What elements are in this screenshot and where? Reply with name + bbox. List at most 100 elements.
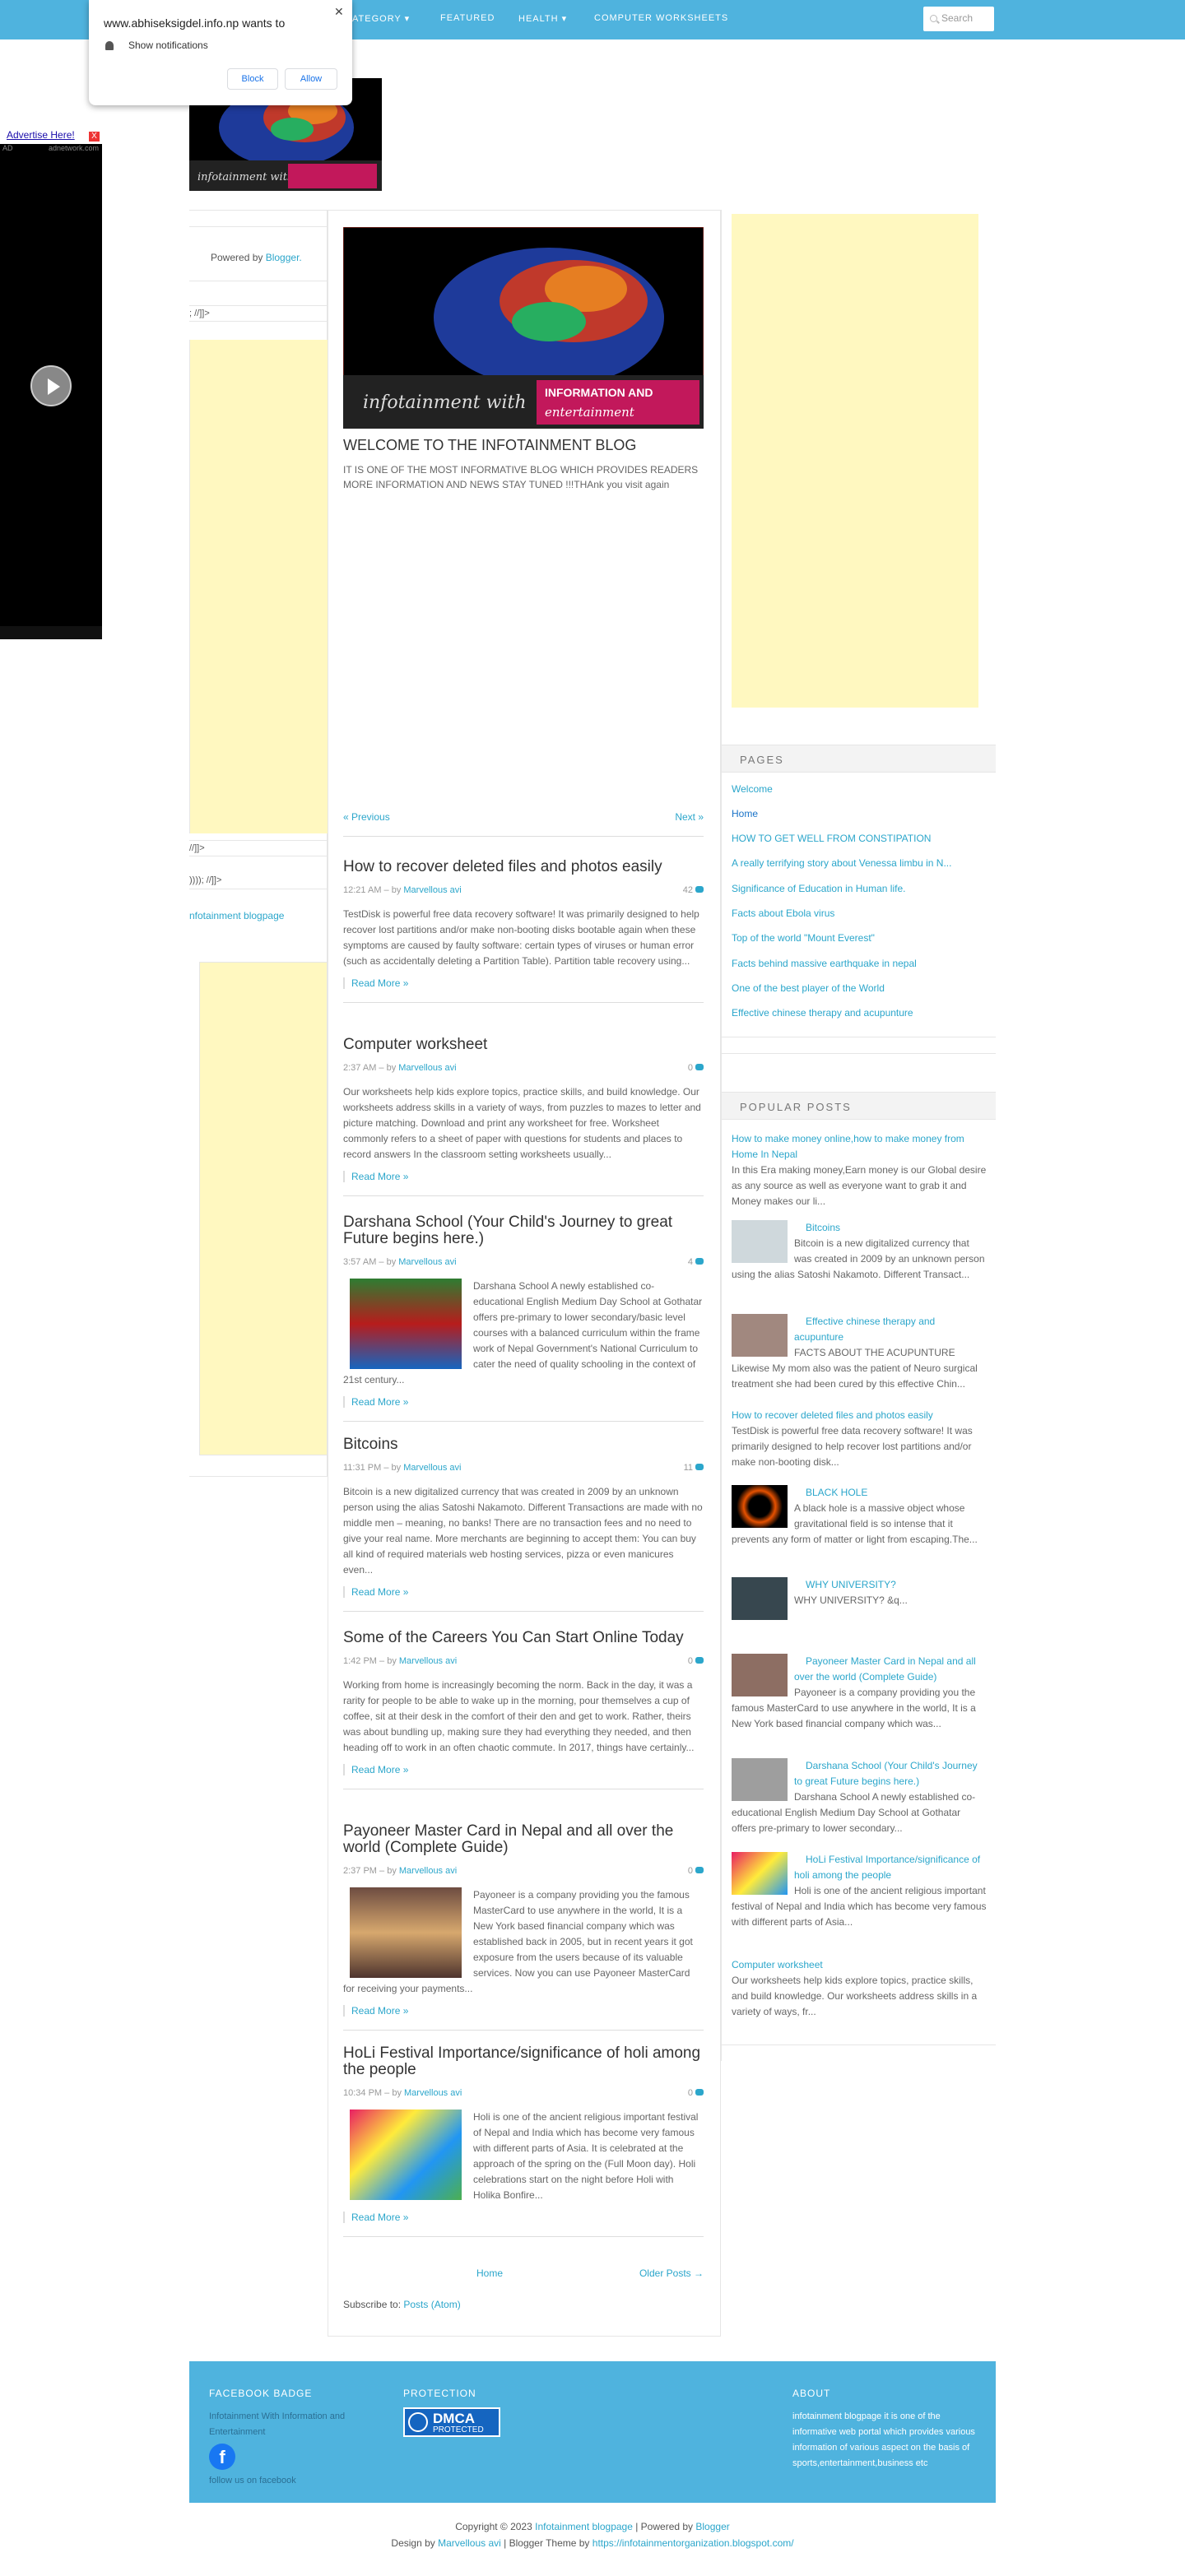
post-title[interactable]: Some of the Careers You Can Start Online… [343, 1630, 704, 1646]
author-link[interactable]: Marvellous avi [404, 2088, 462, 2098]
popular-post-thumbnail[interactable] [732, 1577, 788, 1620]
svg-text:infotainment with: infotainment with [363, 392, 527, 413]
popular-post-link[interactable]: WHY UNIVERSITY? [806, 1579, 896, 1590]
next-link[interactable]: Next » [675, 811, 704, 823]
popular-post-link[interactable]: Computer worksheet [732, 1959, 823, 1970]
video-advertisement[interactable]: Advertise Here! X AD adnetwork.com [0, 129, 102, 639]
facebook-icon[interactable]: f [209, 2444, 235, 2470]
post-title[interactable]: Bitcoins [343, 1437, 704, 1453]
page-link[interactable]: Home [732, 808, 758, 819]
play-icon[interactable] [30, 365, 72, 406]
popular-post: How to recover deleted files and photos … [732, 1409, 973, 1468]
post-thumbnail[interactable] [350, 1279, 462, 1369]
nav-computer-worksheets[interactable]: COMPUTER WORKSHEETS [594, 13, 728, 23]
author-link[interactable]: Marvellous avi [399, 1656, 457, 1666]
page-link[interactable]: A really terrifying story about Venessa … [732, 857, 951, 869]
read-more-link[interactable]: Read More » [351, 2212, 408, 2223]
designer-link[interactable]: Marvellous avi [438, 2537, 501, 2549]
footer: FACEBOOK BADGE Infotainment With Informa… [189, 2361, 996, 2503]
page-link[interactable]: Top of the world "Mount Everest" [732, 932, 875, 944]
comment-count[interactable]: 11 [684, 1463, 704, 1473]
read-more-link[interactable]: Read More » [351, 1586, 408, 1598]
popular-post-link[interactable]: Bitcoins [806, 1222, 840, 1233]
author-link[interactable]: Marvellous avi [398, 1257, 456, 1267]
read-more-link[interactable]: Read More » [351, 1171, 408, 1182]
read-more-link[interactable]: Read More » [351, 1396, 408, 1408]
popular-post-link[interactable]: BLACK HOLE [806, 1487, 867, 1498]
post-item: Darshana School (Your Child's Journey to… [343, 1214, 704, 1422]
page-link[interactable]: Welcome [732, 783, 773, 795]
blogpage-link[interactable]: nfotainment blogpage [189, 910, 284, 921]
author-link[interactable]: Marvellous avi [403, 885, 461, 895]
follow-facebook-link[interactable]: follow us on facebook [209, 2473, 296, 2489]
video-controls[interactable] [0, 626, 102, 639]
post-item: HoLi Festival Importance/significance of… [343, 2045, 704, 2237]
theme-link[interactable]: https://infotainmentorganization.blogspo… [592, 2537, 794, 2549]
facebook-page-link[interactable]: Infotainment With Information and Entert… [209, 2409, 357, 2440]
post-thumbnail[interactable] [350, 2110, 462, 2200]
page-link[interactable]: Effective chinese therapy and acupunture [732, 1007, 913, 1019]
popular-post-link[interactable]: Darshana School (Your Child's Journey to… [794, 1760, 978, 1787]
popular-post-thumbnail[interactable] [732, 1654, 788, 1696]
page-link[interactable]: HOW TO GET WELL FROM CONSTIPATION [732, 833, 931, 844]
blogger-link[interactable]: Blogger. [266, 252, 302, 263]
nav-health[interactable]: HEALTH ▾ [518, 13, 567, 24]
popular-post-link[interactable]: How to recover deleted files and photos … [732, 1409, 933, 1421]
page-link[interactable]: One of the best player of the World [732, 982, 885, 994]
popular-post-thumbnail[interactable] [732, 1485, 788, 1528]
popular-post-link[interactable]: HoLi Festival Importance/significance of… [794, 1854, 980, 1881]
post-title[interactable]: How to recover deleted files and photos … [343, 859, 704, 875]
comment-count[interactable]: 0 [688, 2088, 704, 2098]
comment-count[interactable]: 0 [688, 1063, 704, 1073]
right-sidebar: PAGES Welcome Home HOW TO GET WELL FROM … [721, 210, 996, 2061]
blogger-link[interactable]: Blogger [695, 2521, 729, 2532]
posts-atom-link[interactable]: Posts (Atom) [403, 2299, 460, 2310]
author-link[interactable]: Marvellous avi [403, 1463, 461, 1473]
advertise-link[interactable]: Advertise Here! X [0, 129, 102, 144]
popular-post-link[interactable]: How to make money online,how to make mon… [732, 1133, 964, 1160]
ad-close-icon[interactable]: X [89, 132, 100, 142]
page-link[interactable]: Facts about Ebola virus [732, 907, 834, 919]
nav-featured[interactable]: FEATURED [440, 13, 495, 23]
comment-count[interactable]: 42 [683, 885, 704, 895]
read-more-link[interactable]: Read More » [351, 2005, 408, 2017]
page-link[interactable]: Significance of Education in Human life. [732, 883, 905, 894]
older-posts-link[interactable]: Older Posts → [639, 2267, 704, 2279]
post-title[interactable]: Computer worksheet [343, 1037, 704, 1053]
post-title[interactable]: HoLi Festival Importance/significance of… [343, 2045, 704, 2078]
subscribe: Subscribe to: Posts (Atom) [343, 2299, 461, 2310]
popular-post-link[interactable]: Effective chinese therapy and acupunture [794, 1316, 935, 1343]
popular-post-thumbnail[interactable] [732, 1220, 788, 1263]
read-more-link[interactable]: Read More » [351, 977, 408, 989]
post-title[interactable]: Darshana School (Your Child's Journey to… [343, 1214, 704, 1247]
popular-post-link[interactable]: Payoneer Master Card in Nepal and all ov… [794, 1655, 976, 1683]
block-button[interactable]: Block [227, 68, 278, 90]
search-icon [930, 15, 937, 22]
previous-link[interactable]: « Previous [343, 811, 390, 823]
author-link[interactable]: Marvellous avi [398, 1063, 456, 1073]
page-link[interactable]: Facts behind massive earthquake in nepal [732, 958, 917, 969]
powered-by: Powered by Blogger. [211, 252, 302, 263]
pages-widget-title: PAGES [722, 745, 996, 773]
post-item: Payoneer Master Card in Nepal and all ov… [343, 1823, 704, 2031]
dmca-badge[interactable]: DMCA PROTECTED [403, 2407, 500, 2437]
comment-count[interactable]: 0 [688, 1866, 704, 1876]
popular-post-thumbnail[interactable] [732, 1852, 788, 1895]
main-content: infotainment with INFORMATION AND entert… [328, 210, 721, 2337]
home-link[interactable]: Home [476, 2267, 503, 2279]
popular-post-thumbnail[interactable] [732, 1314, 788, 1357]
copyright: Copyright © 2023 Infotainment blogpage |… [455, 2521, 730, 2532]
post-title[interactable]: Payoneer Master Card in Nepal and all ov… [343, 1823, 704, 1856]
post-thumbnail[interactable] [350, 1887, 462, 1978]
popular-post-thumbnail[interactable] [732, 1758, 788, 1801]
ad-space [189, 340, 328, 833]
nav-category[interactable]: ATEGORY ▾ [352, 13, 410, 24]
comment-count[interactable]: 0 [688, 1656, 704, 1666]
read-more-link[interactable]: Read More » [351, 1764, 408, 1775]
allow-button[interactable]: Allow [285, 68, 337, 90]
blogpage-link[interactable]: Infotainment blogpage [535, 2521, 633, 2532]
author-link[interactable]: Marvellous avi [399, 1866, 457, 1876]
close-icon[interactable]: ✕ [334, 5, 344, 19]
comment-count[interactable]: 4 [688, 1257, 704, 1267]
search-input[interactable]: Search [923, 7, 994, 31]
